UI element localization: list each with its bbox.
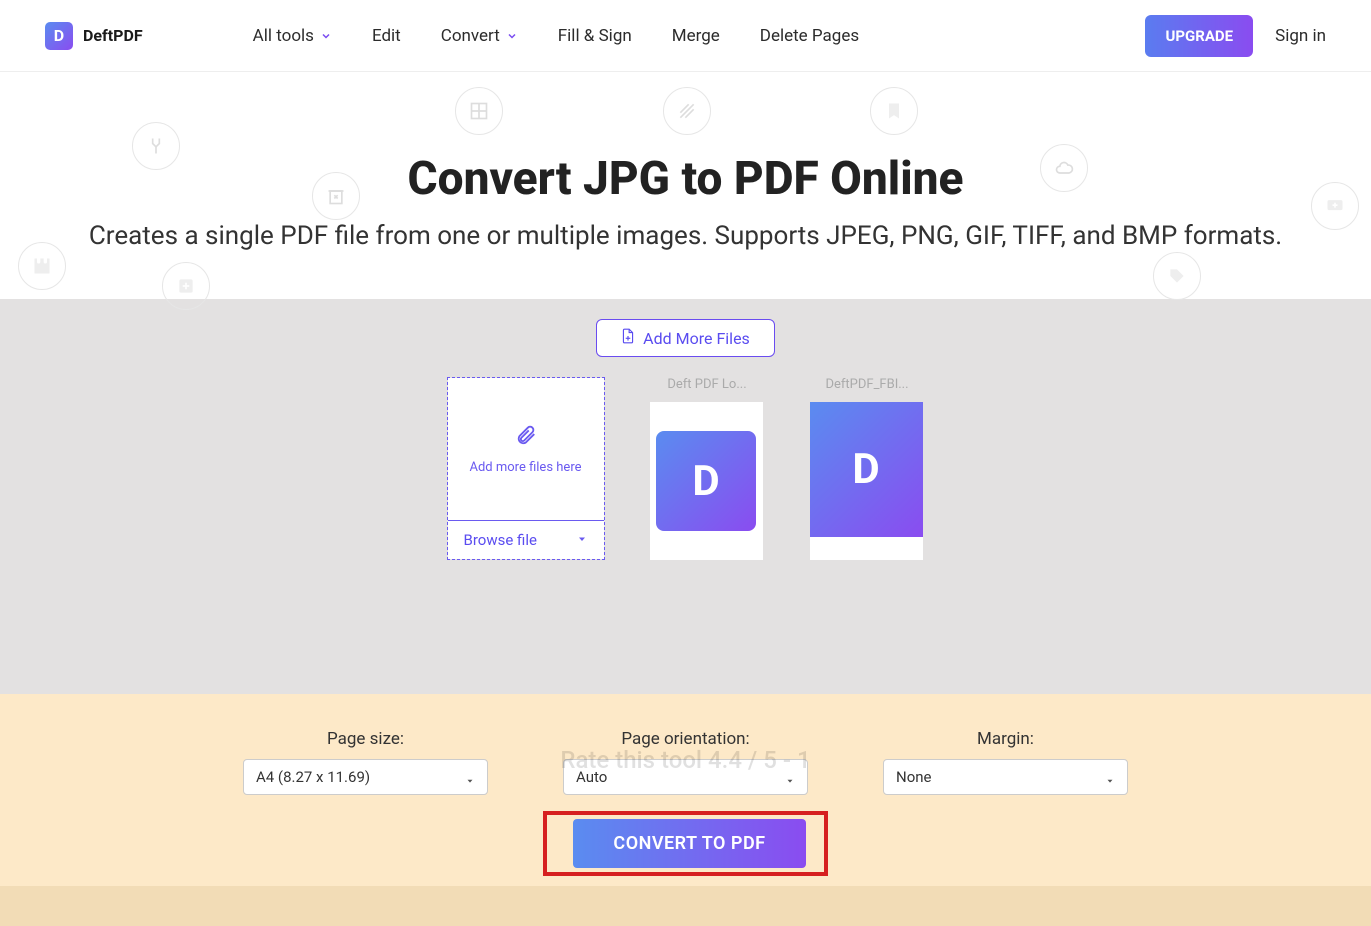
nav-all-tools[interactable]: All tools <box>253 26 332 46</box>
thumb-logo-icon: D <box>810 402 923 537</box>
workspace: Add More Files Add more files here Brows… <box>0 299 1371 694</box>
caret-down-icon <box>465 772 475 782</box>
caret-down-icon <box>785 772 795 782</box>
bg-stripes-icon <box>663 87 711 135</box>
nav-label: All tools <box>253 26 314 46</box>
files-row: Add more files here Browse file Deft PDF… <box>0 377 1371 560</box>
add-more-files-button[interactable]: Add More Files <box>596 319 775 357</box>
nav-merge[interactable]: Merge <box>672 26 720 46</box>
add-more-files-label: Add More Files <box>643 329 750 348</box>
page-subtitle: Creates a single PDF file from one or mu… <box>40 218 1331 254</box>
bg-merge-icon <box>132 122 180 170</box>
page-title: Convert JPG to PDF Online <box>40 152 1331 206</box>
nav-label: Convert <box>441 26 500 46</box>
file-plus-icon <box>621 328 635 348</box>
bg-plus-icon <box>162 262 210 310</box>
file-card[interactable]: DeftPDF_FBI... D <box>810 377 925 560</box>
convert-highlight: CONVERT TO PDF <box>543 811 827 876</box>
orientation-label: Page orientation: <box>621 729 749 749</box>
header: D DeftPDF All tools Edit Convert Fill & … <box>0 0 1371 72</box>
caret-down-icon <box>1105 772 1115 782</box>
margin-value: None <box>896 768 932 786</box>
nav-fill-sign[interactable]: Fill & Sign <box>558 26 632 46</box>
file-name: DeftPDF_FBI... <box>825 377 908 392</box>
convert-to-pdf-button[interactable]: CONVERT TO PDF <box>573 819 805 868</box>
brand-name: DeftPDF <box>83 26 143 45</box>
bg-bookmark-icon <box>870 87 918 135</box>
footer-strip <box>0 886 1371 926</box>
bg-trash-icon <box>312 172 360 220</box>
orientation-select[interactable]: Auto <box>563 759 808 795</box>
upload-drop-zone[interactable]: Add more files here <box>448 378 604 520</box>
file-name: Deft PDF Lo... <box>667 377 746 392</box>
paperclip-icon <box>515 424 537 450</box>
margin-label: Margin: <box>977 729 1034 749</box>
bg-chat-icon <box>1311 182 1359 230</box>
bg-cloud-icon <box>1040 144 1088 192</box>
nav-convert[interactable]: Convert <box>441 26 518 46</box>
bg-grid-icon <box>455 87 503 135</box>
main-nav: All tools Edit Convert Fill & Sign Merge… <box>253 26 859 46</box>
bottom-bar: Rate this tool 4.4 / 5 - 1 Page size: A4… <box>0 694 1371 886</box>
upgrade-button[interactable]: UPGRADE <box>1145 15 1253 57</box>
thumb-logo-icon: D <box>656 431 756 531</box>
signin-link[interactable]: Sign in <box>1275 26 1326 46</box>
browse-file-button[interactable]: Browse file <box>448 520 604 559</box>
bg-puzzle-icon <box>18 242 66 290</box>
upload-hint: Add more files here <box>469 460 581 475</box>
bg-tag-icon <box>1153 252 1201 300</box>
orientation-value: Auto <box>576 768 607 786</box>
chevron-down-icon <box>506 30 518 42</box>
margin-select[interactable]: None <box>883 759 1128 795</box>
file-thumbnail: D <box>810 402 923 560</box>
page-size-control: Page size: A4 (8.27 x 11.69) <box>243 729 488 795</box>
hero: Convert JPG to PDF Online Creates a sing… <box>0 72 1371 299</box>
logo-icon: D <box>45 22 73 50</box>
chevron-down-icon <box>320 30 332 42</box>
nav-delete-pages[interactable]: Delete Pages <box>760 26 859 46</box>
file-thumbnail: D <box>650 402 763 560</box>
page-size-label: Page size: <box>327 729 404 749</box>
page-size-value: A4 (8.27 x 11.69) <box>256 768 370 786</box>
caret-down-icon <box>576 531 588 549</box>
file-card[interactable]: Deft PDF Lo... D <box>650 377 765 560</box>
browse-label: Browse file <box>464 531 537 549</box>
orientation-control: Page orientation: Auto <box>563 729 808 795</box>
upload-card[interactable]: Add more files here Browse file <box>447 377 605 560</box>
page-size-select[interactable]: A4 (8.27 x 11.69) <box>243 759 488 795</box>
nav-edit[interactable]: Edit <box>372 26 401 46</box>
margin-control: Margin: None <box>883 729 1128 795</box>
